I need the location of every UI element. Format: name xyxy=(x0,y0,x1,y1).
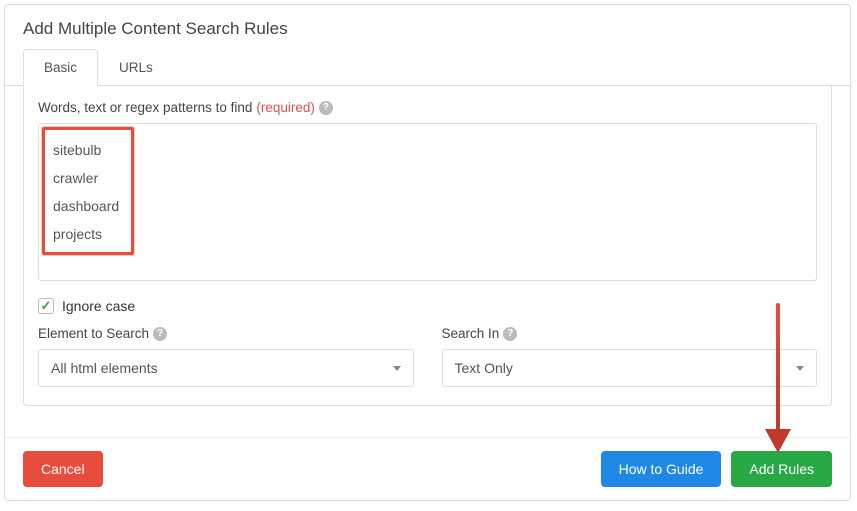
ignore-case-checkbox[interactable]: ✓ xyxy=(38,298,54,314)
help-icon[interactable]: ? xyxy=(503,327,517,341)
ignore-case-label: Ignore case xyxy=(62,298,135,314)
add-rules-dialog: Add Multiple Content Search Rules Basic … xyxy=(4,4,851,501)
dialog-footer: Cancel How to Guide Add Rules xyxy=(5,437,850,500)
how-to-guide-button[interactable]: How to Guide xyxy=(601,451,722,487)
chevron-down-icon xyxy=(393,366,401,371)
ignore-case-row: ✓ Ignore case xyxy=(38,298,817,314)
selects-row: Element to Search ? All html elements Se… xyxy=(38,326,817,387)
required-indicator: (required) xyxy=(256,100,315,115)
element-to-search-col: Element to Search ? All html elements xyxy=(38,326,414,387)
words-input-wrap xyxy=(38,123,817,284)
help-icon[interactable]: ? xyxy=(319,101,333,115)
search-in-label: Search In xyxy=(442,326,500,341)
search-in-label-row: Search In ? xyxy=(442,326,818,341)
cancel-button[interactable]: Cancel xyxy=(23,451,103,487)
tab-basic[interactable]: Basic xyxy=(23,49,98,86)
words-label-row: Words, text or regex patterns to find (r… xyxy=(38,100,817,115)
search-in-col: Search In ? Text Only xyxy=(442,326,818,387)
element-to-search-value: All html elements xyxy=(51,360,158,376)
help-icon[interactable]: ? xyxy=(153,327,167,341)
add-rules-button[interactable]: Add Rules xyxy=(731,451,832,487)
element-to-search-select[interactable]: All html elements xyxy=(38,349,414,387)
words-label: Words, text or regex patterns to find xyxy=(38,100,252,115)
chevron-down-icon xyxy=(796,366,804,371)
element-to-search-label: Element to Search xyxy=(38,326,149,341)
words-input[interactable] xyxy=(38,123,817,281)
search-in-select[interactable]: Text Only xyxy=(442,349,818,387)
basic-panel: Words, text or regex patterns to find (r… xyxy=(23,86,832,406)
element-to-search-label-row: Element to Search ? xyxy=(38,326,414,341)
tab-bar: Basic URLs xyxy=(5,49,850,86)
search-in-value: Text Only xyxy=(455,360,513,376)
tab-urls[interactable]: URLs xyxy=(98,49,174,86)
dialog-title: Add Multiple Content Search Rules xyxy=(5,5,850,49)
